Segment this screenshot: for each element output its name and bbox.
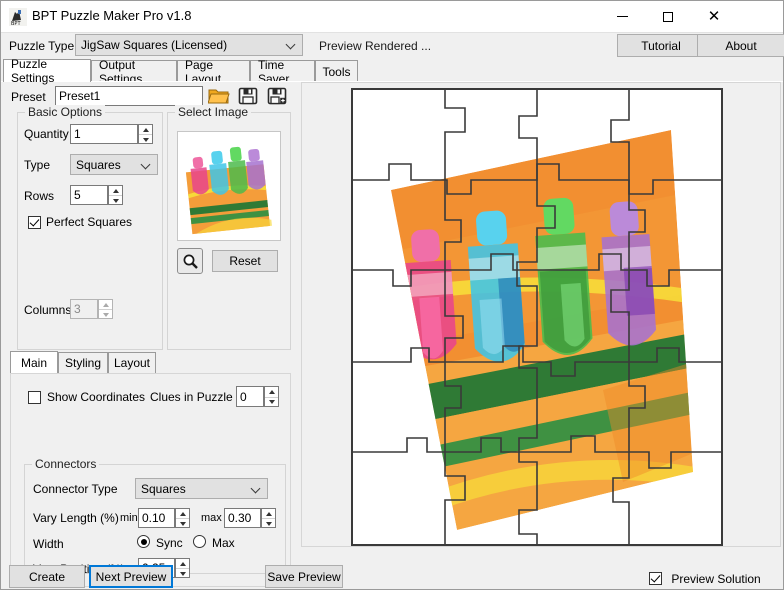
- vary-length-max-input[interactable]: [224, 508, 261, 528]
- subtab-styling[interactable]: Styling: [58, 352, 108, 373]
- preview-solution-label: Preview Solution: [671, 572, 760, 586]
- puzzle-type-select[interactable]: JigSaw Squares (Licensed): [75, 34, 303, 56]
- bpt-app-icon: BPT: [9, 8, 27, 26]
- tab-page-layout[interactable]: Page Layout: [177, 60, 250, 82]
- quantity-stepper[interactable]: [138, 124, 153, 144]
- about-button[interactable]: About: [697, 34, 784, 57]
- tab-puzzle-settings[interactable]: Puzzle Settings: [3, 59, 91, 82]
- width-sync-label: Sync: [156, 536, 183, 550]
- columns-stepper: [98, 299, 113, 319]
- chevron-down-icon: [142, 161, 150, 169]
- type-label: Type: [24, 158, 50, 172]
- show-coordinates-checkbox[interactable]: [28, 391, 41, 404]
- highlighter-markers-thumbnail: [178, 132, 280, 240]
- preview-solution-control[interactable]: Preview Solution: [649, 570, 761, 586]
- floppy-save-as-icon: [267, 86, 287, 106]
- columns-input: [70, 299, 98, 319]
- vary-length-label: Vary Length (%): [33, 511, 119, 525]
- maximize-icon: [663, 12, 673, 22]
- width-label: Width: [33, 537, 64, 551]
- connector-type-label: Connector Type: [33, 482, 118, 496]
- vary-length-min-input[interactable]: [138, 508, 175, 528]
- clues-in-puzzle-stepper[interactable]: [264, 386, 279, 407]
- puzzle-type-label: Puzzle Type: [9, 39, 74, 53]
- preview-status-text: Preview Rendered ...: [319, 39, 431, 53]
- minimize-icon: [617, 16, 628, 17]
- chevron-down-icon: [252, 485, 260, 493]
- type-select[interactable]: Squares: [70, 154, 158, 175]
- next-preview-button[interactable]: Next Preview: [89, 565, 173, 588]
- bottom-toolbar: Create Next Preview Save Preview Preview…: [1, 553, 783, 589]
- clues-in-puzzle-label: Clues in Puzzle: [150, 390, 233, 404]
- select-image-group: Select Image: [167, 112, 291, 350]
- sub-tab-strip: Main Styling Layout: [10, 352, 291, 373]
- main-tab-strip: Puzzle Settings Output Settings Page Lay…: [1, 60, 783, 82]
- puzzle-settings-panel: Preset: [3, 82, 297, 547]
- preset-input[interactable]: [55, 86, 203, 106]
- tab-time-saver[interactable]: Time Saver: [250, 60, 315, 82]
- subtab-layout[interactable]: Layout: [108, 352, 156, 373]
- vary-length-min-label: min: [120, 512, 138, 524]
- folder-open-icon: [208, 87, 230, 105]
- perfect-squares-checkbox[interactable]: [28, 216, 41, 229]
- subtab-main[interactable]: Main: [10, 351, 58, 373]
- puzzle-preview-image: [353, 90, 721, 544]
- puzzle-preview-canvas[interactable]: [351, 88, 723, 546]
- rows-input[interactable]: [70, 185, 108, 205]
- close-button[interactable]: ✕: [691, 1, 737, 32]
- basic-options-legend: Basic Options: [25, 105, 105, 119]
- basic-options-group: Basic Options Quantity Type Squares Rows…: [17, 112, 163, 350]
- width-max-label: Max: [212, 536, 235, 550]
- image-thumbnail[interactable]: [177, 131, 281, 241]
- show-coordinates-label: Show Coordinates: [47, 390, 145, 404]
- tab-output-settings[interactable]: Output Settings: [91, 60, 177, 82]
- browse-image-button[interactable]: [177, 248, 203, 274]
- rows-label: Rows: [24, 189, 54, 203]
- chevron-down-icon: [287, 41, 295, 49]
- close-icon: ✕: [708, 9, 721, 24]
- magnifier-icon: [182, 253, 199, 270]
- preview-solution-checkbox[interactable]: [649, 572, 662, 585]
- columns-label: Columns: [24, 303, 71, 317]
- quantity-input[interactable]: [70, 124, 138, 144]
- maximize-button[interactable]: [645, 1, 691, 32]
- preset-label: Preset: [11, 90, 46, 104]
- window-title: BPT Puzzle Maker Pro v1.8: [32, 8, 191, 23]
- tutorial-button[interactable]: Tutorial: [617, 34, 705, 57]
- connectors-legend: Connectors: [32, 457, 99, 471]
- clues-in-puzzle-input[interactable]: [236, 386, 264, 407]
- create-button[interactable]: Create: [9, 565, 85, 588]
- connector-type-value: Squares: [141, 482, 186, 496]
- vary-length-max-stepper[interactable]: [261, 508, 276, 528]
- vary-length-min-stepper[interactable]: [175, 508, 190, 528]
- title-bar: BPT BPT Puzzle Maker Pro v1.8 ✕: [1, 1, 783, 33]
- floppy-save-icon: [238, 86, 258, 106]
- width-sync-radio[interactable]: [137, 535, 150, 548]
- application-window: BPT BPT Puzzle Maker Pro v1.8 ✕ Puzzle T…: [0, 0, 784, 590]
- perfect-squares-label: Perfect Squares: [46, 215, 132, 229]
- vary-length-max-label: max: [201, 512, 222, 524]
- reset-image-button[interactable]: Reset: [212, 250, 278, 272]
- type-value: Squares: [76, 158, 121, 172]
- svg-text:BPT: BPT: [11, 21, 21, 26]
- quantity-label: Quantity: [24, 127, 69, 141]
- select-image-legend: Select Image: [175, 105, 251, 119]
- puzzle-type-value: JigSaw Squares (Licensed): [81, 38, 227, 52]
- save-preview-button[interactable]: Save Preview: [265, 565, 343, 588]
- tab-tools[interactable]: Tools: [315, 60, 358, 82]
- minimize-button[interactable]: [599, 1, 645, 32]
- connector-type-select[interactable]: Squares: [135, 478, 268, 499]
- rows-stepper[interactable]: [108, 185, 123, 205]
- width-max-radio[interactable]: [193, 535, 206, 548]
- preview-panel: [301, 82, 781, 547]
- save-preset-as-button[interactable]: [265, 84, 289, 108]
